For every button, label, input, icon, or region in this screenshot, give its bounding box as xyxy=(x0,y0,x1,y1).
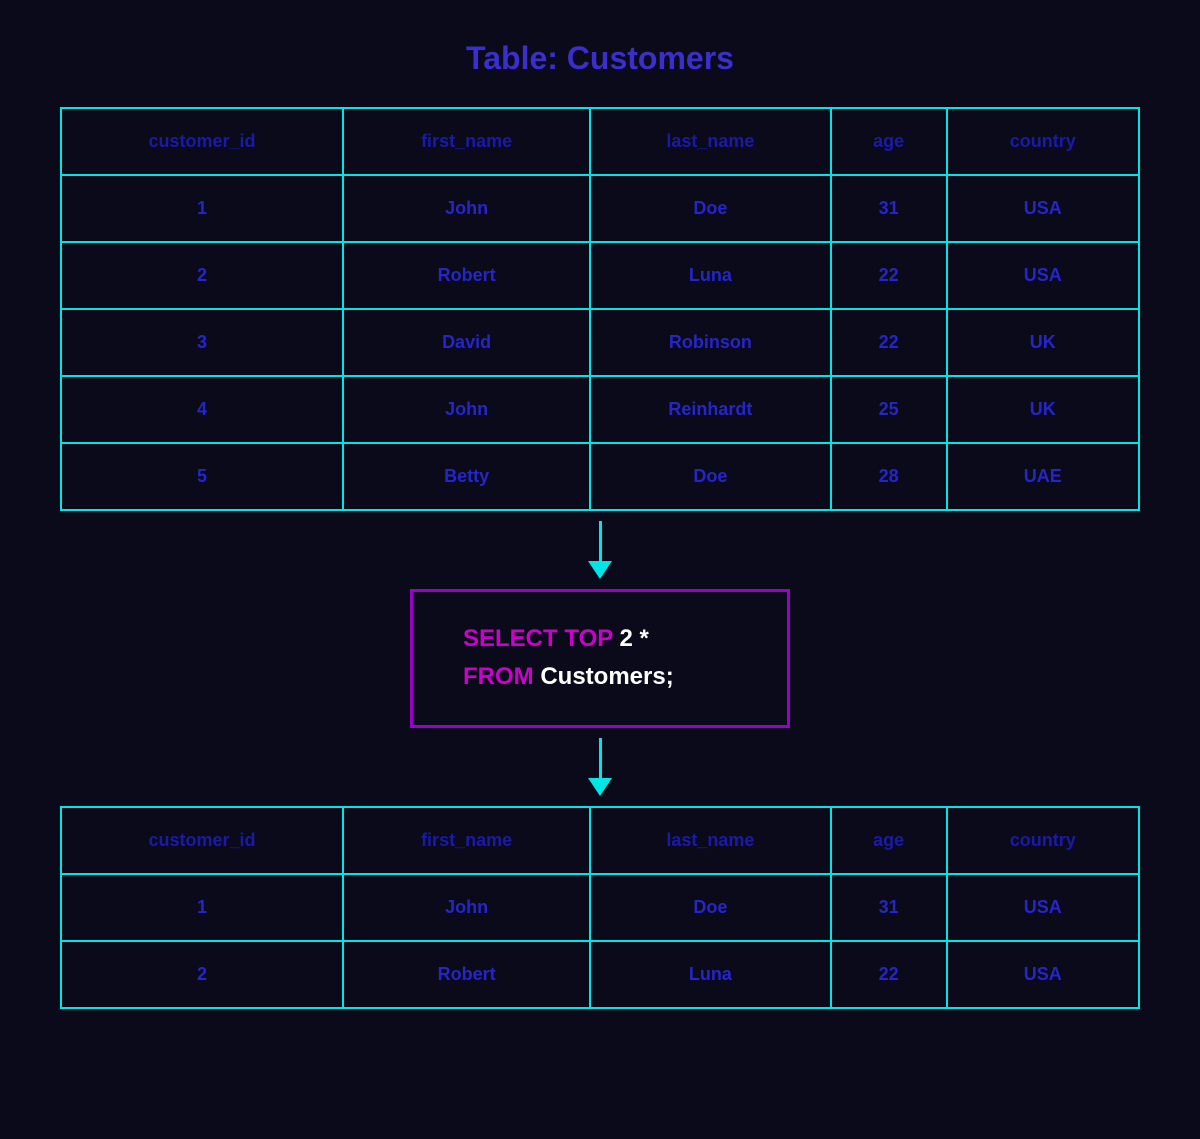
source-table: customer_id first_name last_name age cou… xyxy=(60,107,1140,511)
table-cell: 22 xyxy=(831,309,947,376)
query-line1-rest: 2 * xyxy=(613,625,649,652)
table-cell: 28 xyxy=(831,443,947,510)
arrow-head-1 xyxy=(588,561,612,579)
keyword-from: FROM xyxy=(463,663,534,690)
table-cell: 5 xyxy=(61,443,343,510)
table-row: 2RobertLuna22USA xyxy=(61,242,1139,309)
table-row: 1JohnDoe31USA xyxy=(61,175,1139,242)
table-cell: 22 xyxy=(831,941,947,1008)
query-line-2: FROM Customers; xyxy=(463,658,737,696)
table-cell: Doe xyxy=(590,443,831,510)
res-col-header-age: age xyxy=(831,807,947,874)
table-cell: Robert xyxy=(343,941,590,1008)
res-col-header-first-name: first_name xyxy=(343,807,590,874)
page-title: Table: Customers xyxy=(466,40,734,77)
arrow-line-2 xyxy=(599,738,602,778)
table-cell: 25 xyxy=(831,376,947,443)
table-cell: John xyxy=(343,376,590,443)
table-row: 4JohnReinhardt25UK xyxy=(61,376,1139,443)
col-header-age: age xyxy=(831,108,947,175)
arrow-head-2 xyxy=(588,778,612,796)
table-cell: UAE xyxy=(947,443,1139,510)
table-row: 5BettyDoe28UAE xyxy=(61,443,1139,510)
table-row: 2RobertLuna22USA xyxy=(61,941,1139,1008)
table-cell: John xyxy=(343,874,590,941)
result-table: customer_id first_name last_name age cou… xyxy=(60,806,1140,1009)
table-cell: 2 xyxy=(61,941,343,1008)
table-cell: Robert xyxy=(343,242,590,309)
arrow-to-query xyxy=(588,521,612,579)
page-container: Table: Customers customer_id first_name … xyxy=(60,40,1140,1009)
table-cell: 1 xyxy=(61,175,343,242)
col-header-country: country xyxy=(947,108,1139,175)
table-cell: Doe xyxy=(590,874,831,941)
source-table-header-row: customer_id first_name last_name age cou… xyxy=(61,108,1139,175)
table-cell: USA xyxy=(947,242,1139,309)
table-cell: 1 xyxy=(61,874,343,941)
table-cell: Doe xyxy=(590,175,831,242)
table-cell: Luna xyxy=(590,941,831,1008)
table-cell: USA xyxy=(947,874,1139,941)
query-line2-rest: Customers; xyxy=(534,663,674,690)
col-header-first-name: first_name xyxy=(343,108,590,175)
table-cell: Luna xyxy=(590,242,831,309)
table-cell: 3 xyxy=(61,309,343,376)
arrow-line-1 xyxy=(599,521,602,561)
table-cell: USA xyxy=(947,175,1139,242)
query-box: SELECT TOP 2 * FROM Customers; xyxy=(410,589,790,728)
table-cell: Robinson xyxy=(590,309,831,376)
table-row: 3DavidRobinson22UK xyxy=(61,309,1139,376)
table-cell: 31 xyxy=(831,874,947,941)
arrow-to-result xyxy=(588,738,612,796)
res-col-header-customer-id: customer_id xyxy=(61,807,343,874)
table-cell: UK xyxy=(947,309,1139,376)
table-cell: USA xyxy=(947,941,1139,1008)
table-cell: 4 xyxy=(61,376,343,443)
res-col-header-last-name: last_name xyxy=(590,807,831,874)
table-cell: Reinhardt xyxy=(590,376,831,443)
col-header-last-name: last_name xyxy=(590,108,831,175)
table-cell: David xyxy=(343,309,590,376)
table-row: 1JohnDoe31USA xyxy=(61,874,1139,941)
table-cell: 2 xyxy=(61,242,343,309)
result-table-header-row: customer_id first_name last_name age cou… xyxy=(61,807,1139,874)
table-cell: 31 xyxy=(831,175,947,242)
col-header-customer-id: customer_id xyxy=(61,108,343,175)
query-line-1: SELECT TOP 2 * xyxy=(463,620,737,658)
keyword-select-top: SELECT TOP xyxy=(463,625,613,652)
table-cell: Betty xyxy=(343,443,590,510)
table-cell: UK xyxy=(947,376,1139,443)
res-col-header-country: country xyxy=(947,807,1139,874)
table-cell: 22 xyxy=(831,242,947,309)
table-cell: John xyxy=(343,175,590,242)
